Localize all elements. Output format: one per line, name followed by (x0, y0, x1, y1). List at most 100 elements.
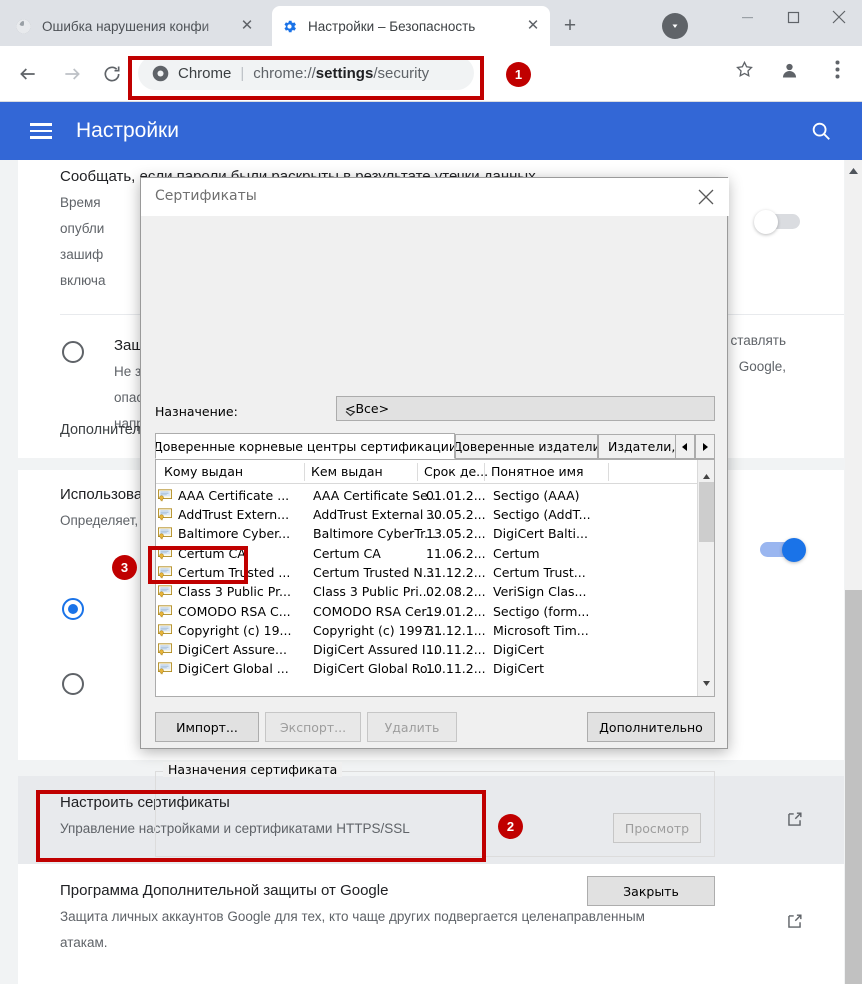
table-row[interactable]: COMODO RSA C... COMODO RSA Cer... 19.01.2.… (158, 602, 589, 621)
certificates-list[interactable]: Кому выдан Кем выдан Срок де... Понятное… (155, 459, 715, 697)
certificate-icon (158, 527, 172, 540)
certificate-icon (158, 662, 172, 676)
cell-expires: 30.05.2... (426, 507, 486, 523)
table-row[interactable]: AddTrust Extern... AddTrust External ... 3… (158, 505, 591, 524)
sub-option-radio-1[interactable] (62, 598, 84, 620)
gear-icon (280, 17, 298, 35)
forward-button[interactable] (56, 58, 88, 90)
dialog-title: Сертификаты (155, 188, 257, 204)
table-row[interactable]: DigiCert Assure... DigiCert Assured I... 1… (158, 640, 544, 659)
chevron-down-icon (345, 405, 706, 420)
open-external-icon[interactable] (785, 810, 804, 829)
use-option-toggle[interactable] (754, 538, 806, 562)
cell-issued-by: Class 3 Public Pri... (313, 584, 431, 600)
avatar[interactable] (779, 60, 800, 81)
close-icon[interactable]: ✕ (524, 17, 542, 35)
dialog-titlebar: Сертификаты (141, 178, 729, 216)
cell-issued-by: Certum CA (313, 545, 381, 561)
table-row[interactable]: DigiCert Global ... DigiCert Global Ro...… (158, 660, 544, 679)
cell-expires: 01.01.2... (426, 487, 486, 503)
cell-expires: 10.11.2... (426, 661, 486, 677)
toggle-knob (782, 538, 806, 562)
secure-dns-toggle[interactable] (754, 210, 806, 234)
back-button[interactable] (12, 58, 44, 90)
remove-button: Удалить (367, 712, 457, 742)
cell-friendly-name: Sectigo (form... (493, 603, 590, 619)
cell-expires: 31.12.2... (426, 564, 486, 580)
protection-radio[interactable] (62, 341, 84, 363)
new-tab-button[interactable]: + (556, 12, 584, 40)
table-row[interactable]: Copyright (c) 19... Copyright (c) 1997...… (158, 621, 589, 640)
menu-icon[interactable] (30, 123, 52, 139)
cell-issued-to: COMODO RSA C... (178, 603, 291, 619)
address-bar[interactable]: Chrome | chrome://settings/security (138, 56, 474, 90)
tab-strip: Ошибка нарушения конфи ✕ Настройки – Без… (0, 0, 862, 46)
bookmark-star-icon[interactable] (735, 60, 754, 79)
purpose-label: Назначение: (155, 404, 238, 419)
table-row[interactable]: Baltimore Cyber... Baltimore CyberTr... 13… (158, 525, 588, 544)
column-header-issued-to[interactable]: Кому выдан (164, 464, 243, 479)
open-external-icon[interactable] (785, 912, 804, 931)
certificate-icon (158, 566, 172, 579)
search-icon[interactable] (810, 120, 832, 142)
scrollbar-thumb[interactable] (845, 590, 862, 984)
cell-issued-by: AAA Certificate Se... (313, 487, 440, 503)
cell-issued-by: DigiCert Global Ro... (313, 661, 440, 677)
table-row[interactable]: Certum Trusted ... Certum Trusted N... 31.… (158, 563, 586, 582)
cell-issued-to: DigiCert Global ... (178, 661, 289, 677)
close-window-button[interactable] (816, 0, 862, 34)
purpose-select[interactable]: <Все> (336, 396, 715, 421)
maximize-button[interactable] (770, 0, 816, 34)
advanced-protection-sub-2: атакам. (60, 935, 108, 950)
tab-settings-security[interactable]: Настройки – Безопасность ✕ (272, 6, 550, 46)
omnibox-url: chrome://settings/security (253, 64, 430, 82)
certificate-icon (158, 624, 172, 637)
tab-privacy-error[interactable]: Ошибка нарушения конфи ✕ (6, 6, 264, 46)
toggle-knob (754, 210, 778, 234)
export-button: Экспорт... (265, 712, 361, 742)
chrome-menu-icon[interactable] (835, 60, 840, 79)
cell-issued-to: Class 3 Public Pr... (178, 584, 291, 600)
tabs-next-button[interactable] (695, 434, 715, 459)
close-icon[interactable] (695, 186, 717, 208)
table-row[interactable]: Certum CA Certum CA 11.06.2... Certum (158, 544, 540, 563)
tab-trusted-publishers[interactable]: Доверенные издатели (455, 434, 598, 459)
cell-friendly-name: DigiCert Balti... (493, 526, 588, 542)
cell-issued-to: Certum CA (178, 545, 246, 561)
import-button[interactable]: Импорт... (155, 712, 259, 742)
advanced-button[interactable]: Дополнительно (587, 712, 715, 742)
cell-friendly-name: Sectigo (AAA) (493, 487, 580, 503)
minimize-button[interactable] (724, 0, 770, 34)
certificate-icon (158, 508, 172, 521)
table-row[interactable]: AAA Certificate ... AAA Certificate Se...… (158, 486, 580, 505)
cell-expires: 02.08.2... (426, 584, 486, 600)
table-row[interactable]: Class 3 Public Pr... Class 3 Public Pri..… (158, 583, 586, 602)
close-dialog-button[interactable]: Закрыть (587, 876, 715, 906)
scrollbar-thumb[interactable] (699, 482, 714, 542)
cell-issued-to: Certum Trusted ... (178, 564, 291, 580)
tab-trusted-root-ca[interactable]: Доверенные корневые центры сертификации (155, 433, 455, 459)
chrome-logo-icon (152, 65, 169, 82)
column-header-issued-by[interactable]: Кем выдан (311, 464, 383, 479)
cell-issued-by: DigiCert Assured I... (313, 642, 438, 658)
tab-title: Ошибка нарушения конфи (42, 18, 210, 34)
omnibox-brand-label: Chrome (178, 64, 232, 82)
certificate-icon (158, 489, 172, 502)
column-header-expires[interactable]: Срок де... (424, 464, 488, 479)
profile-chip-icon[interactable] (662, 13, 688, 39)
scroll-up-arrow-icon[interactable] (848, 162, 859, 180)
protection-right-text: ставлять Google, (730, 333, 786, 374)
cell-expires: 11.06.2... (426, 545, 486, 561)
sub-option-radio-2[interactable] (62, 673, 84, 695)
annotation-badge-3: 3 (112, 555, 137, 580)
advanced-protection-row[interactable]: Программа Дополнительной защиты от Googl… (18, 864, 844, 984)
close-icon[interactable]: ✕ (238, 17, 256, 35)
cell-issued-to: AddTrust Extern... (178, 507, 290, 523)
list-scrollbar[interactable] (697, 460, 714, 696)
tabs-prev-button[interactable] (675, 434, 695, 459)
scroll-down-arrow-icon[interactable] (702, 672, 711, 691)
cell-issued-by: Certum Trusted N... (313, 564, 435, 580)
reload-button[interactable] (96, 58, 128, 90)
page-scrollbar[interactable] (845, 160, 862, 984)
column-header-friendly[interactable]: Понятное имя (491, 464, 584, 479)
